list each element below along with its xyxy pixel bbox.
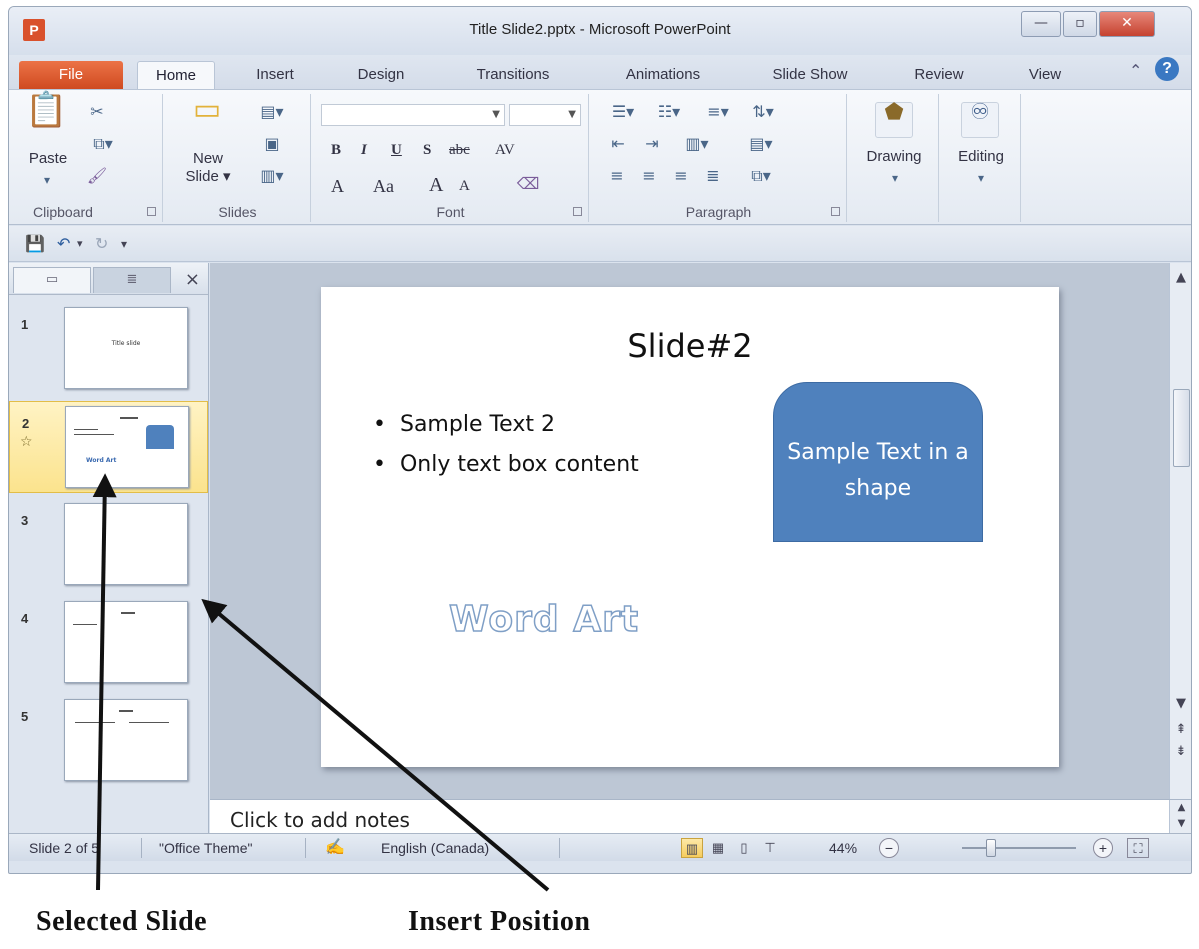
insert-position-arrow	[201, 598, 550, 892]
insert-position-caption: Insert Position	[408, 906, 591, 937]
selected-slide-caption: Selected Slide	[36, 906, 208, 937]
selected-slide-arrow	[92, 473, 117, 891]
annotation-arrows	[92, 473, 550, 892]
